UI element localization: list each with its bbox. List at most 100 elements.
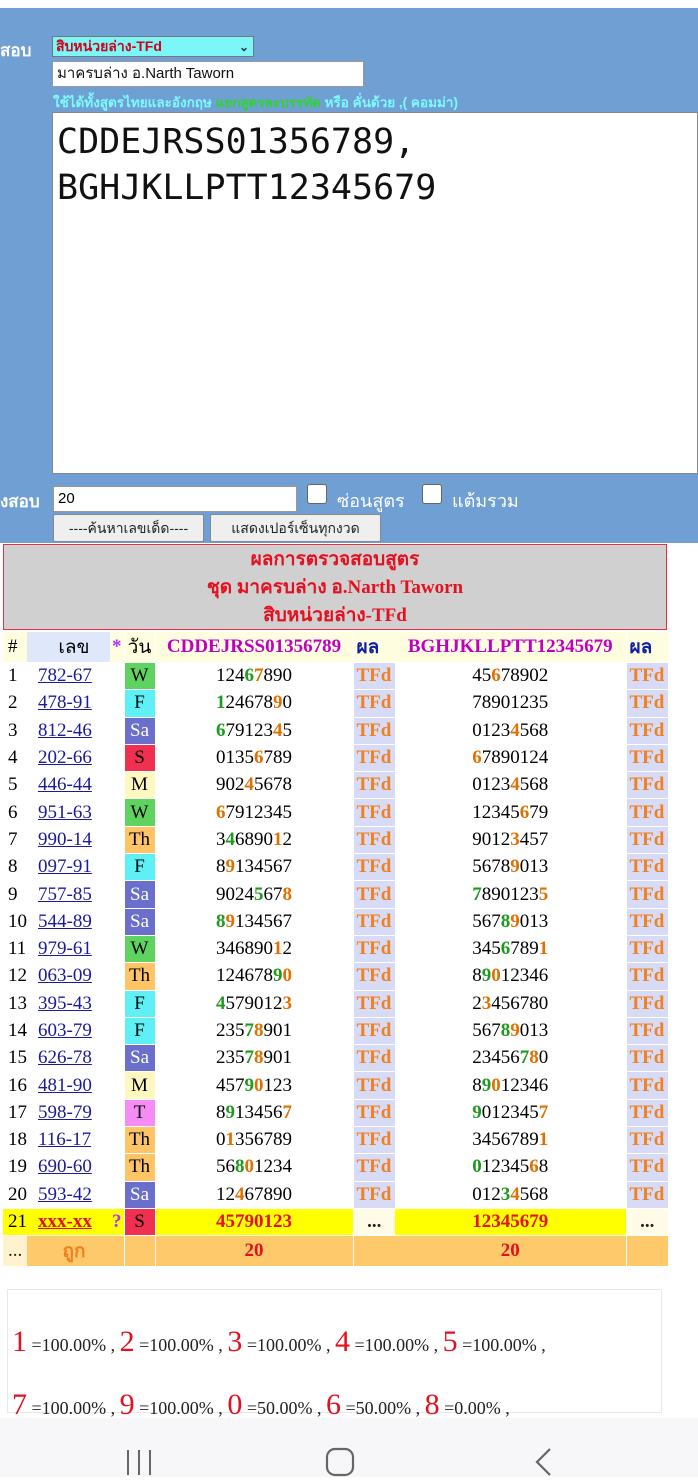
draw-count-input[interactable]: 20 — [53, 486, 297, 512]
formula2-result: TFd — [625, 962, 668, 991]
lottery-number-link[interactable]: 598-79 — [38, 1102, 92, 1123]
lottery-number-cell[interactable]: 603-79 — [27, 1017, 110, 1046]
lottery-number-cell[interactable]: 202-66 — [27, 744, 110, 773]
lottery-number-cell[interactable]: 116-17 — [27, 1126, 110, 1155]
digit: 0 — [491, 1074, 501, 1096]
lottery-number-cell[interactable]: 690-60 — [27, 1153, 110, 1182]
lottery-number-cell[interactable]: 446-44 — [27, 771, 110, 800]
lottery-number-cell[interactable]: 782-67 — [27, 662, 110, 691]
lottery-number-cell[interactable]: 097-91 — [27, 853, 110, 882]
home-icon[interactable] — [325, 1447, 355, 1477]
digit: 8 — [282, 883, 293, 905]
table-header-row: # เลข * วัน CDDEJRSS01356789 ผล BGHJKLLPTT1234… — [3, 632, 668, 663]
formula-set-name-input[interactable]: มาครบล่าง อ.Narth Taworn — [52, 61, 364, 87]
digit: 6 — [500, 1129, 511, 1151]
lottery-number-cell[interactable]: 757-85 — [27, 880, 110, 909]
digit: 1 — [235, 856, 245, 878]
lottery-number-link[interactable]: 690-60 — [38, 1156, 92, 1177]
lottery-number-link[interactable]: 544-89 — [38, 911, 92, 932]
find-number-button[interactable]: ----ค้นหาเลขเด็ด---- — [53, 514, 204, 542]
row-index: 12 — [3, 962, 27, 991]
digit: 1 — [481, 1183, 492, 1205]
lottery-number-link[interactable]: 757-85 — [38, 884, 92, 905]
digit: 6 — [500, 938, 511, 960]
digit: 6 — [244, 1183, 255, 1205]
row-index: 9 — [3, 880, 27, 909]
digit: 5 — [538, 692, 549, 714]
digit: 8 — [519, 938, 530, 960]
lottery-number-cell[interactable]: 951-63 — [27, 798, 110, 827]
digit: 0 — [500, 883, 511, 905]
lottery-number-cell[interactable]: 990-14 — [27, 826, 110, 855]
android-nav-bar — [0, 1418, 698, 1477]
digit: 5 — [244, 1129, 255, 1151]
lottery-number-link[interactable]: 202-66 — [38, 747, 92, 768]
formula2-more-button[interactable]: ... — [625, 1208, 668, 1237]
digit: 9 — [491, 692, 501, 714]
percent-digit: 8 — [424, 1388, 440, 1421]
lottery-number-link[interactable]: 782-67 — [38, 665, 92, 686]
digit: 3 — [225, 1047, 236, 1069]
lottery-number-link[interactable]: 395-43 — [38, 993, 92, 1014]
digit: 3 — [263, 801, 274, 823]
lottery-number-link[interactable]: 446-44 — [38, 774, 92, 795]
digit: 5 — [254, 774, 264, 796]
formula1-more-button[interactable]: ... — [352, 1208, 395, 1237]
col-formula1-header: CDDEJRSS01356789 — [155, 632, 353, 663]
sum-score-checkbox[interactable] — [422, 484, 442, 504]
lottery-number-cell[interactable]: 395-43 — [27, 990, 110, 1018]
percent-digit: 2 — [119, 1325, 135, 1358]
back-icon[interactable] — [535, 1448, 551, 1476]
total-more-button[interactable]: ... — [3, 1235, 27, 1268]
digit: 1 — [273, 828, 283, 850]
lottery-number-link[interactable]: 478-91 — [38, 692, 92, 713]
digit: 4 — [519, 1101, 530, 1123]
star-cell — [110, 935, 124, 964]
lottery-number-link[interactable]: 626-78 — [38, 1047, 92, 1068]
digit: 4 — [529, 965, 539, 987]
lottery-number-link[interactable]: 603-79 — [38, 1020, 92, 1041]
formula-type-select[interactable]: สิบหน่วยล่าง-TFd ⌄ — [52, 36, 254, 57]
formula1-result: TFd — [352, 990, 395, 1018]
lottery-number-link[interactable]: 990-14 — [38, 829, 92, 850]
digit: 4 — [481, 938, 492, 960]
digit: 2 — [500, 1101, 511, 1123]
lottery-number-cell[interactable]: 593-42 — [27, 1181, 110, 1209]
formula-textarea[interactable]: CDDEJRSS01356789, BGHJKLLPTT12345679 — [52, 112, 698, 474]
lottery-number-link[interactable]: 593-42 — [38, 1184, 92, 1205]
digit: 3 — [282, 992, 293, 1014]
lottery-number-link[interactable]: 116-17 — [38, 1129, 91, 1150]
lottery-number-cell[interactable]: 598-79 — [27, 1099, 110, 1128]
next-number-cell[interactable]: xxx-xx — [27, 1208, 110, 1237]
lottery-number-cell[interactable]: 481-90 — [27, 1071, 110, 1100]
lottery-number-cell[interactable]: 544-89 — [27, 908, 110, 936]
lottery-number-cell[interactable]: 063-09 — [27, 962, 110, 991]
lottery-number-link[interactable]: 979-61 — [38, 938, 92, 959]
lottery-number-cell[interactable]: 979-61 — [27, 935, 110, 964]
show-percent-button[interactable]: แสดงเปอร์เซ็นทุกงวด — [210, 514, 381, 542]
formula1-result: TFd — [352, 689, 395, 718]
formula-hint: ใช้ได้ทั้งสูตรไทยและอังกฤษ แยกสูตรละบรรท… — [53, 95, 458, 110]
recent-apps-icon[interactable] — [127, 1450, 151, 1475]
lottery-number-cell[interactable]: 478-91 — [27, 689, 110, 718]
lottery-number-link[interactable]: 951-63 — [38, 802, 92, 823]
digit: 1 — [282, 1047, 293, 1069]
select-value: สิบหน่วยล่าง-TFd — [56, 38, 162, 54]
formula2-result: TFd — [625, 744, 668, 773]
digit: 1 — [216, 1183, 226, 1205]
next-number-link[interactable]: xxx-xx — [38, 1211, 92, 1232]
lottery-number-cell[interactable]: 626-78 — [27, 1044, 110, 1073]
digit: 3 — [273, 1156, 283, 1178]
lottery-number-link[interactable]: 481-90 — [38, 1075, 92, 1096]
table-row: 7 990-14 Th 34689012 TFd 90123457 TFd — [3, 826, 668, 855]
lottery-number-link[interactable]: 812-46 — [38, 720, 92, 741]
hide-formula-checkbox[interactable] — [307, 484, 327, 504]
formula1-result: TFd — [352, 717, 395, 745]
lottery-number-link[interactable]: 063-09 — [38, 965, 92, 986]
digit: 2 — [225, 965, 236, 987]
digit: 3 — [519, 1074, 530, 1096]
percent-value: =100.00% , — [242, 1335, 335, 1355]
row-index: 4 — [3, 744, 27, 773]
lottery-number-link[interactable]: 097-91 — [38, 856, 92, 877]
lottery-number-cell[interactable]: 812-46 — [27, 717, 110, 745]
